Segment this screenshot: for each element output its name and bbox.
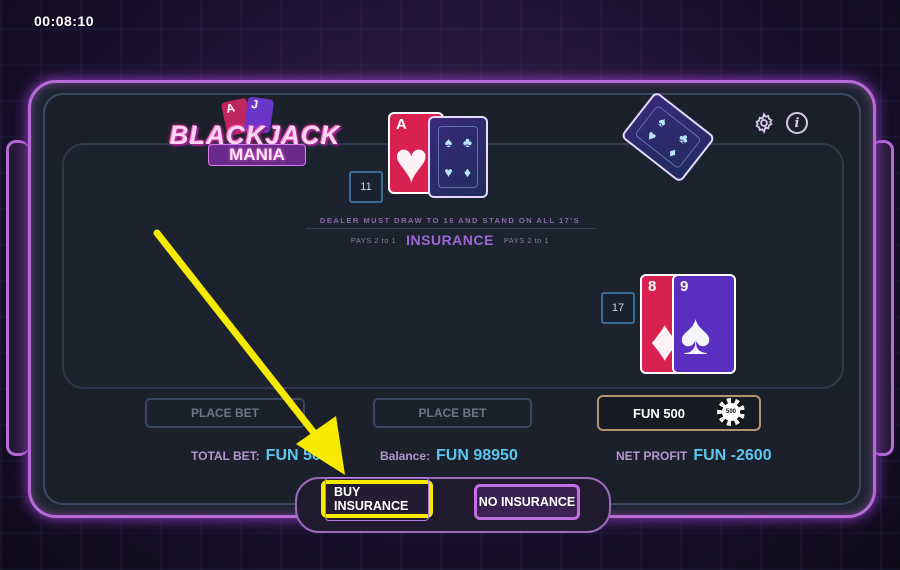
dealer-score: 11 — [349, 171, 383, 203]
player-card-rank: 9 — [680, 278, 689, 295]
insurance-label: INSURANCE — [406, 232, 494, 248]
player-score: 17 — [601, 292, 635, 324]
insurance-row: PAYS 2 to 1 INSURANCE PAYS 2 to 1 — [300, 232, 600, 248]
spade-icon: ♠ — [680, 302, 711, 367]
balance-value: FUN 98950 — [436, 447, 518, 464]
active-bet-spot[interactable]: FUN 500 500 — [597, 395, 761, 431]
net-profit-stat: NET PROFIT FUN -2600 — [616, 447, 772, 465]
card-back-pattern: ♠ ♣ ♥ ♦ — [438, 126, 478, 188]
table-divider — [306, 228, 596, 229]
active-bet-amount: FUN 500 — [633, 405, 686, 421]
buy-insurance-label: BUY INSURANCE — [325, 477, 429, 521]
balance-stat: Balance: FUN 98950 — [380, 447, 518, 465]
total-bet-label: TOTAL BET: — [191, 449, 260, 463]
info-icon[interactable]: i — [785, 111, 809, 135]
dealer-rules-text: DEALER MUST DRAW TO 16 AND STAND ON ALL … — [319, 216, 581, 225]
game-logo: A J BLACKJACK MANIA — [160, 96, 350, 170]
session-timer: 00:08:10 — [34, 13, 95, 29]
place-bet-button-2[interactable]: PLACE BET — [373, 398, 532, 428]
player-card-9: 9 ♠ — [672, 274, 736, 374]
total-bet-stat: TOTAL BET: FUN 500 — [191, 447, 330, 465]
chip-value: 500 — [722, 403, 740, 421]
pays-right: PAYS 2 to 1 — [503, 235, 550, 245]
dealer-card-hidden: ♠ ♣ ♥ ♦ — [428, 116, 488, 198]
player-card-rank: 8 — [648, 278, 657, 295]
chip-icon: 500 — [717, 398, 745, 426]
place-bet-button-1[interactable]: PLACE BET — [145, 398, 305, 428]
net-profit-value: FUN -2600 — [693, 447, 772, 464]
net-profit-label: NET PROFIT — [616, 449, 688, 463]
gear-icon[interactable] — [752, 111, 776, 135]
balance-label: Balance: — [380, 449, 431, 463]
pays-left: PAYS 2 to 1 — [350, 235, 397, 245]
total-bet-value: FUN 500 — [265, 447, 330, 464]
frame-left-wing — [6, 140, 29, 456]
heart-icon: ♥ — [394, 130, 429, 194]
no-insurance-button[interactable]: NO INSURANCE — [474, 484, 580, 520]
buy-insurance-button[interactable]: BUY INSURANCE — [321, 477, 433, 521]
logo-subtitle: MANIA — [208, 144, 306, 166]
